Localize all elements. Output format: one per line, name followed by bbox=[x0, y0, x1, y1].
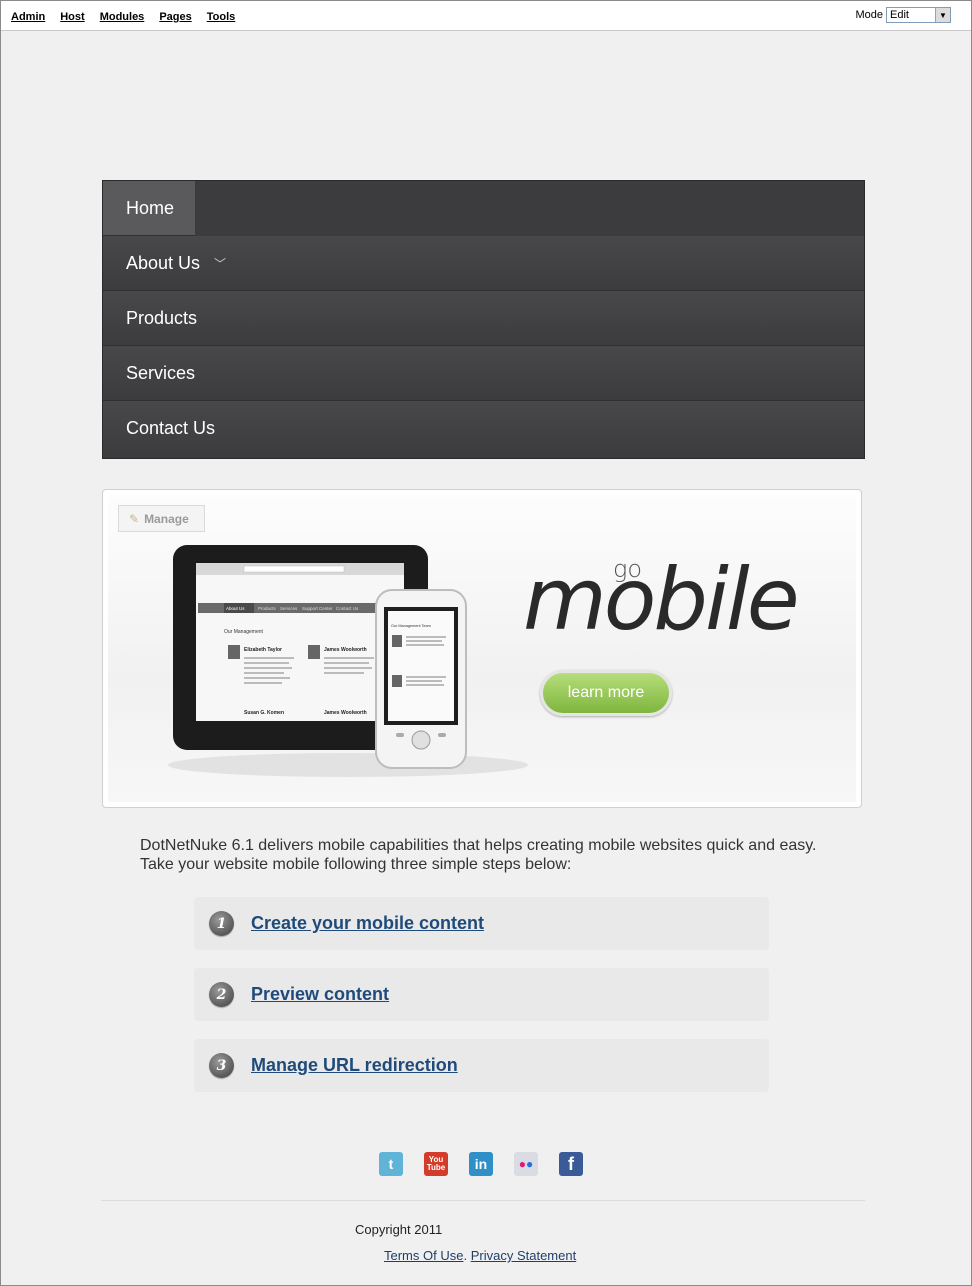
tablet-heading: Our Management bbox=[224, 629, 264, 635]
nav-item-contact-us[interactable]: Contact Us bbox=[103, 401, 864, 456]
tablet-nav-item: About Us bbox=[226, 606, 245, 611]
flickr-icon[interactable]: ● ● bbox=[514, 1152, 538, 1176]
dropdown-arrow-icon[interactable]: ▼ bbox=[935, 8, 950, 22]
admin-menu-admin[interactable]: Admin bbox=[11, 11, 45, 23]
facebook-icon[interactable]: f bbox=[559, 1152, 583, 1176]
nav-item-label: Home bbox=[126, 197, 175, 218]
tablet-nav-item: Contact Us bbox=[336, 606, 359, 611]
footer-links: Terms Of Use. Privacy Statement bbox=[384, 1248, 576, 1263]
tablet-person-name: James Woolworth bbox=[324, 710, 367, 716]
tablet-nav-item: Support Center bbox=[302, 606, 333, 611]
nav-item-about-us[interactable]: About Us ﹀ bbox=[103, 236, 864, 291]
admin-menu-host[interactable]: Host bbox=[60, 11, 84, 23]
admin-menu: Admin Host Modules Pages Tools bbox=[11, 11, 235, 23]
preview-content-link[interactable]: Preview content bbox=[251, 984, 389, 1005]
privacy-statement-link[interactable]: Privacy Statement bbox=[471, 1248, 577, 1263]
nav-item-home[interactable]: Home bbox=[103, 181, 195, 236]
manage-url-redirection-link[interactable]: Manage URL redirection bbox=[251, 1055, 458, 1076]
footer-divider bbox=[101, 1200, 865, 1201]
nav-item-label: Products bbox=[126, 307, 198, 328]
step-1: 1 Create your mobile content bbox=[194, 897, 769, 950]
nav-item-label: Services bbox=[126, 362, 196, 383]
mode-select-value: Edit bbox=[890, 9, 909, 21]
intro-line-2: Take your website mobile following three… bbox=[140, 856, 572, 873]
mode-control: Mode Edit ▼ bbox=[855, 7, 951, 23]
tablet-phone-illustration: About Us Products Services Support Cente… bbox=[168, 545, 528, 777]
tablet-person-name: Elizabeth Taylor bbox=[244, 647, 282, 653]
banner-image: ✎ Manage About Us Products Services Supp… bbox=[108, 495, 856, 802]
intro-line-1: DotNetNuke 6.1 delivers mobile capabilit… bbox=[140, 837, 817, 854]
tablet-person-name: James Woolworth bbox=[324, 647, 367, 653]
pencil-icon: ✎ bbox=[129, 511, 140, 526]
nav-item-label: About Us bbox=[126, 252, 201, 273]
step-3: 3 Manage URL redirection bbox=[194, 1039, 769, 1092]
step-number-badge: 1 bbox=[209, 911, 234, 936]
admin-menu-modules[interactable]: Modules bbox=[100, 11, 145, 23]
main-navigation: Home About Us ﹀ Products Services Contac… bbox=[102, 180, 865, 459]
footer-separator: . bbox=[463, 1248, 468, 1263]
step-number-badge: 2 bbox=[209, 982, 234, 1007]
copyright-text: Copyright 2011 bbox=[355, 1222, 443, 1237]
tablet-nav-item: Products bbox=[258, 606, 277, 611]
linkedin-icon[interactable]: in bbox=[469, 1152, 493, 1176]
terms-of-use-link[interactable]: Terms Of Use bbox=[384, 1248, 463, 1263]
admin-control-bar: Admin Host Modules Pages Tools Mode Edit… bbox=[1, 1, 971, 31]
nav-item-label: Contact Us bbox=[126, 418, 216, 438]
chevron-down-icon: ﹀ bbox=[214, 256, 227, 271]
manage-button[interactable]: ✎ Manage bbox=[118, 505, 205, 532]
nav-item-products[interactable]: Products bbox=[103, 291, 864, 346]
step-number-badge: 3 bbox=[209, 1053, 234, 1078]
twitter-icon[interactable]: t bbox=[379, 1152, 403, 1176]
mobile-text: mobile bbox=[523, 550, 800, 650]
tablet-person-name: Susan G. Komen bbox=[244, 710, 284, 716]
tablet-nav-item: Services bbox=[280, 606, 298, 611]
youtube-icon[interactable]: You Tube bbox=[424, 1152, 448, 1176]
go-mobile-banner: ✎ Manage About Us Products Services Supp… bbox=[102, 489, 862, 808]
manage-button-label: Manage bbox=[144, 511, 189, 526]
phone-heading: Our Management Team bbox=[391, 624, 431, 628]
create-mobile-content-link[interactable]: Create your mobile content bbox=[251, 913, 484, 934]
nav-item-services[interactable]: Services bbox=[103, 346, 864, 401]
admin-menu-pages[interactable]: Pages bbox=[159, 11, 191, 23]
mode-label: Mode bbox=[855, 9, 883, 21]
mode-select[interactable]: Edit ▼ bbox=[886, 7, 951, 23]
social-links: t You Tube in ● ● f bbox=[379, 1152, 583, 1176]
admin-menu-tools[interactable]: Tools bbox=[207, 11, 236, 23]
intro-text: DotNetNuke 6.1 delivers mobile capabilit… bbox=[140, 836, 840, 874]
learn-more-button[interactable]: learn more bbox=[540, 670, 672, 716]
step-2: 2 Preview content bbox=[194, 968, 769, 1021]
